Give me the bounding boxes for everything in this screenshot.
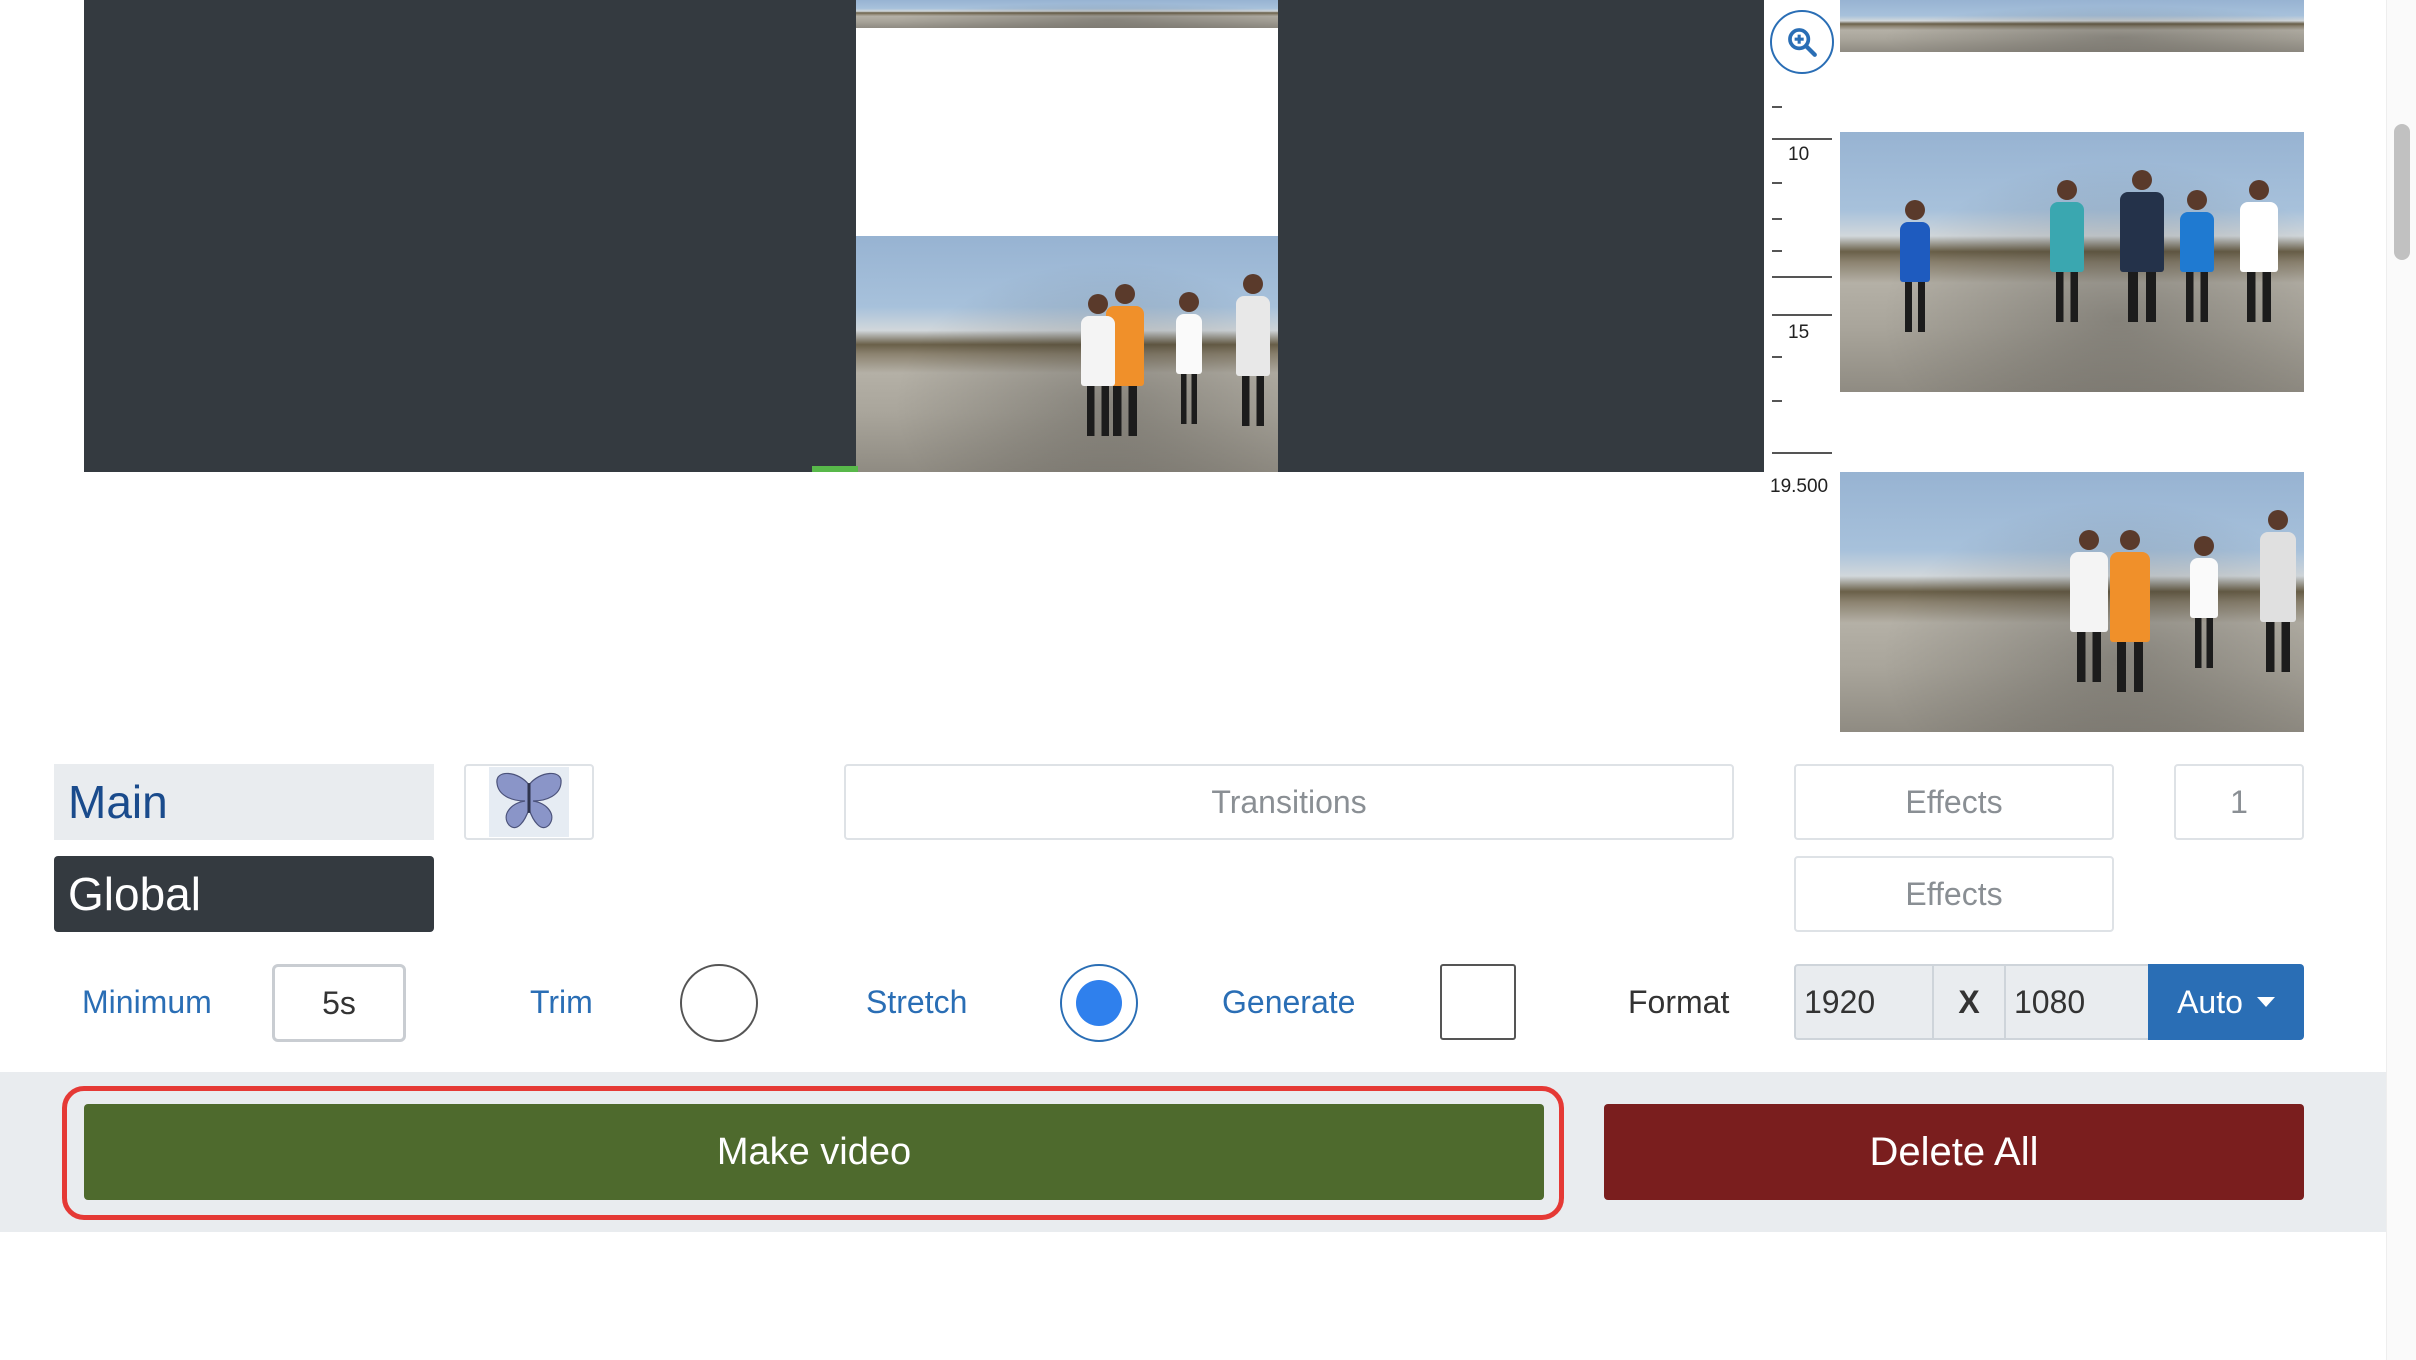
stretch-radio[interactable]: [1060, 964, 1138, 1042]
generate-checkbox[interactable]: [1440, 964, 1516, 1040]
timeline-track-block-1[interactable]: [84, 0, 856, 472]
clip-thumbnail-3[interactable]: [1840, 472, 2304, 732]
dimension-separator: X: [1932, 964, 2006, 1040]
timeline-track-block-2[interactable]: [1278, 0, 1764, 472]
ruler-label-15: 15: [1788, 322, 1810, 343]
clip-thumbnail-1[interactable]: [1840, 0, 2304, 52]
global-effects-button[interactable]: Effects: [1794, 856, 2114, 932]
format-label: Format: [1628, 983, 1730, 1020]
ruler-label-end: 19.500: [1770, 476, 1829, 497]
trim-radio[interactable]: [680, 964, 758, 1042]
stretch-radio-dot: [1076, 980, 1122, 1026]
ruler-label-10: 10: [1788, 144, 1810, 165]
stretch-label: Stretch: [866, 983, 968, 1020]
trim-label: Trim: [530, 983, 593, 1020]
transition-thumbnail[interactable]: [464, 764, 594, 840]
scrollbar[interactable]: [2386, 0, 2416, 1360]
count-field[interactable]: 1: [2174, 764, 2304, 840]
delete-all-button[interactable]: Delete All: [1604, 1104, 2304, 1200]
transitions-button[interactable]: Transitions: [844, 764, 1734, 840]
generate-label: Generate: [1222, 983, 1356, 1020]
scrollbar-thumb[interactable]: [2394, 124, 2410, 260]
format-dropdown-label: Auto: [2177, 983, 2243, 1020]
effects-button[interactable]: Effects: [1794, 764, 2114, 840]
timeline-gap-white: [856, 0, 1278, 236]
minimum-label: Minimum: [82, 983, 212, 1020]
time-ruler[interactable]: 10 15 19.500: [1770, 80, 1836, 500]
zoom-in-icon: [1788, 28, 1817, 57]
chevron-down-icon: [2256, 997, 2275, 1007]
format-dropdown[interactable]: Auto: [2148, 964, 2304, 1040]
minimum-input[interactable]: 5s: [272, 964, 406, 1042]
timeline-marker: [812, 466, 858, 472]
butterfly-icon: [489, 767, 569, 837]
timeline-clip-strip-top[interactable]: [856, 0, 1278, 28]
tab-global[interactable]: Global: [54, 856, 434, 932]
height-input[interactable]: 1080: [2004, 964, 2150, 1040]
zoom-button[interactable]: [1770, 10, 1834, 74]
timeline-clip-thumbnail[interactable]: [856, 236, 1278, 472]
tab-main[interactable]: Main: [54, 764, 434, 840]
width-input[interactable]: 1920: [1794, 964, 1934, 1040]
clip-thumbnail-2[interactable]: [1840, 132, 2304, 392]
make-video-button[interactable]: Make video: [84, 1104, 1544, 1200]
